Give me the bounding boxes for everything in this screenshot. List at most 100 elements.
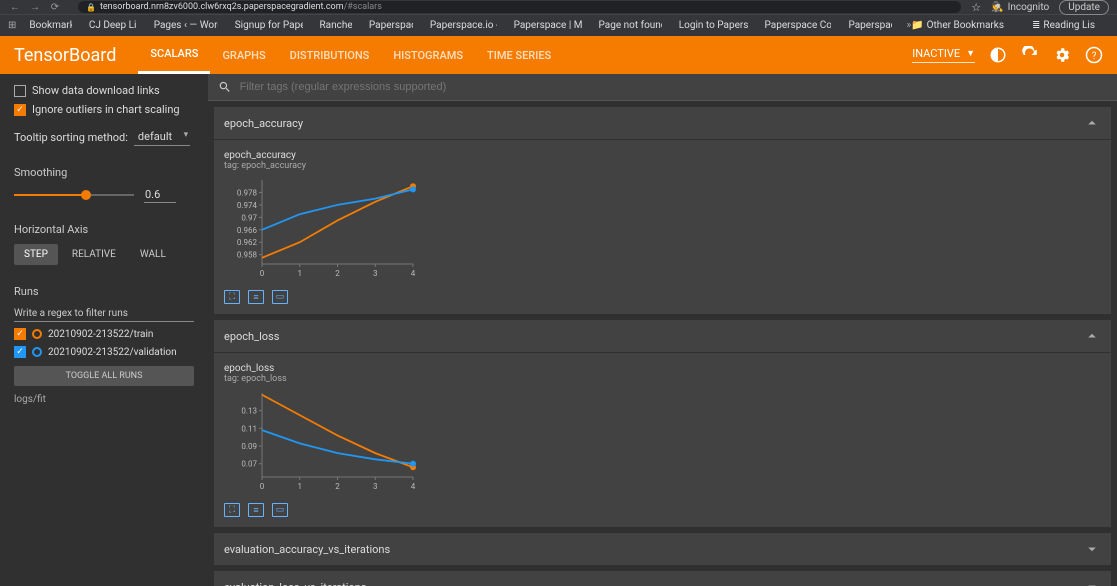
- bookmark-item[interactable]: Rancher: [317, 20, 352, 31]
- bookmark-item[interactable]: Pages ‹ — WordP…: [151, 20, 218, 31]
- url-host: tensorboard.nrn8zv6000.clw6rxq2s.papersp…: [100, 2, 344, 12]
- tooltip-sort-label: Tooltip sorting method:: [14, 131, 128, 144]
- svg-text:0.11: 0.11: [241, 424, 257, 433]
- settings-icon[interactable]: [1053, 46, 1071, 64]
- folder-icon: 📁: [911, 20, 923, 31]
- browser-nav-bar: ← → ⟳ 🔒 tensorboard.nrn8zv6000.clw6rxq2s…: [0, 0, 1117, 14]
- chevron-down-icon: ▼: [966, 48, 975, 59]
- svg-text:3: 3: [373, 269, 378, 278]
- update-button[interactable]: Update: [1059, 0, 1109, 15]
- address-bar[interactable]: 🔒 tensorboard.nrn8zv6000.clw6rxq2s.paper…: [78, 1, 961, 13]
- bookmark-item[interactable]: Paperspace: [366, 20, 413, 31]
- svg-text:0: 0: [260, 482, 265, 491]
- axis-btn-step[interactable]: STEP: [14, 244, 58, 265]
- svg-text:3: 3: [373, 482, 378, 491]
- tab-scalars[interactable]: SCALARS: [138, 36, 210, 74]
- chart-plot: 0.9580.9620.9660.970.9740.97801234: [224, 175, 419, 280]
- svg-text:4: 4: [411, 269, 416, 278]
- tab-distributions[interactable]: DISTRIBUTIONS: [278, 36, 382, 74]
- ignore-outliers-checkbox[interactable]: Ignore outliers in chart scaling: [14, 103, 194, 116]
- svg-text:0.97: 0.97: [241, 213, 257, 222]
- panel-body: epoch_loss tag: epoch_loss 0.07 0.09 0.11 0…: [214, 353, 1111, 527]
- theme-toggle-icon[interactable]: [989, 46, 1007, 64]
- runs-filter-input[interactable]: Write a regex to filter runs: [14, 306, 194, 322]
- checkbox-icon: [14, 85, 26, 97]
- smoothing-label: Smoothing: [14, 166, 194, 179]
- refresh-icon[interactable]: [1021, 46, 1039, 64]
- toggle-log-icon[interactable]: ≡: [248, 290, 264, 304]
- chart-plot: 0.070.090.110.1301234: [224, 388, 419, 493]
- expand-chart-icon[interactable]: ⛶: [224, 503, 240, 517]
- bookmark-item[interactable]: CJ Deep Link: [86, 20, 137, 31]
- logdir-label: logs/fit: [14, 394, 194, 405]
- svg-text:0.09: 0.09: [241, 442, 257, 451]
- tag-filter-bar: [208, 74, 1117, 101]
- smoothing-input[interactable]: 0.6: [144, 187, 176, 203]
- back-icon[interactable]: ←: [8, 0, 22, 14]
- toggle-log-icon[interactable]: ≡: [248, 503, 264, 517]
- reload-icon[interactable]: ⟳: [48, 0, 62, 14]
- show-download-checkbox[interactable]: Show data download links: [14, 84, 194, 97]
- panel-header[interactable]: epoch_loss: [214, 320, 1111, 352]
- panel-header[interactable]: epoch_accuracy: [214, 107, 1111, 139]
- svg-text:4: 4: [411, 482, 416, 491]
- chart-title: epoch_loss: [224, 363, 1101, 374]
- svg-text:1: 1: [298, 269, 303, 278]
- panel-header[interactable]: evaluation_accuracy_vs_iterations: [214, 533, 1111, 565]
- bookmark-item[interactable]: Paperspace: [845, 20, 892, 31]
- svg-text:0.974: 0.974: [237, 201, 258, 210]
- tooltip-sort-select[interactable]: default: [134, 128, 190, 146]
- axis-btn-relative[interactable]: RELATIVE: [62, 244, 126, 265]
- reload-mode-select[interactable]: INACTIVE ▼: [912, 47, 975, 63]
- tag-filter-input[interactable]: [240, 81, 1107, 93]
- incognito-icon: 🕵: [991, 2, 1003, 13]
- svg-text:?: ?: [1092, 51, 1097, 62]
- tab-graphs[interactable]: GRAPHS: [210, 36, 277, 74]
- chevron-down-icon: [1083, 540, 1101, 558]
- reading-list[interactable]: ≣ Reading Lis: [1032, 20, 1095, 31]
- smoothing-slider[interactable]: [14, 194, 134, 196]
- chart-tag: tag: epoch_loss: [224, 374, 1101, 384]
- bookmark-item[interactable]: Bookmarks: [26, 20, 71, 31]
- bookmark-star-icon[interactable]: ☆: [971, 1, 981, 14]
- tensorboard-logo: TensorBoard: [14, 45, 116, 66]
- run-row[interactable]: ✓20210902-213522/validation: [14, 346, 194, 358]
- run-row[interactable]: ✓20210902-213522/train: [14, 328, 194, 340]
- bookmark-item[interactable]: Paperspace.io - C…: [427, 20, 497, 31]
- fit-domain-icon[interactable]: ▭: [272, 503, 288, 517]
- svg-text:0.07: 0.07: [241, 460, 257, 469]
- list-icon: ≣: [1032, 20, 1040, 31]
- apps-icon[interactable]: ⊞: [8, 20, 16, 31]
- checkbox-checked-icon: [14, 104, 26, 116]
- tab-time series[interactable]: TIME SERIES: [475, 36, 563, 74]
- axis-btn-wall[interactable]: WALL: [130, 244, 176, 265]
- fit-domain-icon[interactable]: ▭: [272, 290, 288, 304]
- panel-header[interactable]: evaluation_loss_vs_iterations: [214, 571, 1111, 586]
- svg-text:0.958: 0.958: [237, 251, 258, 260]
- forward-icon[interactable]: →: [28, 0, 42, 14]
- sidebar: Show data download links Ignore outliers…: [0, 74, 208, 586]
- content-area: epoch_accuracy epoch_accuracy tag: epoch…: [208, 74, 1117, 586]
- bookmark-item[interactable]: Login to Paperspa…: [676, 20, 748, 31]
- other-bookmarks[interactable]: 📁 Other Bookmarks: [911, 20, 1004, 31]
- tab-bar: SCALARSGRAPHSDISTRIBUTIONSHISTOGRAMSTIME…: [138, 36, 563, 74]
- bookmark-item[interactable]: Signup for Papers…: [232, 20, 303, 31]
- help-icon[interactable]: ?: [1085, 46, 1103, 64]
- bookmark-item[interactable]: Paperspace | Mac…: [511, 20, 582, 31]
- panel-epoch_accuracy: epoch_accuracy epoch_accuracy tag: epoch…: [214, 107, 1111, 314]
- run-color-swatch: [32, 347, 42, 357]
- svg-text:2: 2: [335, 269, 340, 278]
- incognito-indicator[interactable]: 🕵 Incognito: [991, 2, 1049, 13]
- chevron-down-icon: [1083, 578, 1101, 586]
- tab-histograms[interactable]: HISTOGRAMS: [381, 36, 475, 74]
- svg-text:0.966: 0.966: [237, 226, 258, 235]
- expand-chart-icon[interactable]: ⛶: [224, 290, 240, 304]
- chevron-up-icon: [1083, 114, 1101, 132]
- bookmark-item[interactable]: Page not found ·…: [596, 20, 662, 31]
- panel-body: epoch_accuracy tag: epoch_accuracy 0.958…: [214, 140, 1111, 314]
- chart-card: epoch_loss tag: epoch_loss 0.07 0.09 0.11 0…: [224, 363, 1101, 517]
- horizontal-axis-label: Horizontal Axis: [14, 223, 194, 236]
- lock-icon: 🔒: [86, 3, 96, 12]
- toggle-all-runs-button[interactable]: TOGGLE ALL RUNS: [14, 366, 194, 386]
- bookmark-item[interactable]: Paperspace Cons…: [762, 20, 832, 31]
